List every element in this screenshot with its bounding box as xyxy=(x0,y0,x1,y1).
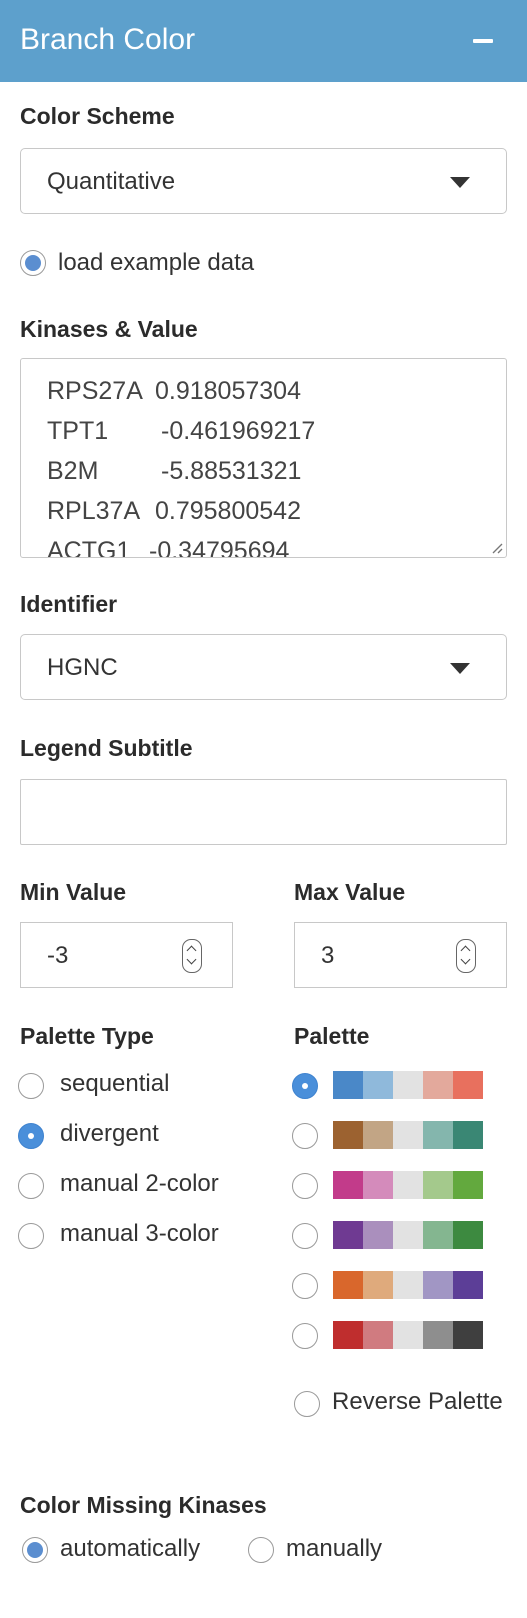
palette-type-radio-manual-3-color[interactable] xyxy=(18,1223,44,1249)
min-value-text: -3 xyxy=(47,942,69,969)
palette-color-chip xyxy=(333,1221,363,1249)
palette-color-chip xyxy=(333,1171,363,1199)
max-value-label: Max Value xyxy=(294,879,406,905)
identifier-label: Identifier xyxy=(20,591,118,617)
palette-swatch[interactable] xyxy=(333,1221,483,1249)
panel-header: Branch Color xyxy=(0,0,527,82)
palette-color-chip xyxy=(393,1221,423,1249)
palette-color-chip xyxy=(453,1271,483,1299)
kinase-row: TPT1 -0.461969217 xyxy=(47,417,316,445)
palette-type-option-label: manual 2-color xyxy=(60,1170,219,1197)
reverse-palette-checkbox[interactable] xyxy=(294,1391,320,1417)
palette-color-chip xyxy=(393,1071,423,1099)
missing-option-label: manually xyxy=(286,1535,383,1562)
palette-color-chip xyxy=(393,1121,423,1149)
kinase-row: RPL37A 0.795800542 xyxy=(47,497,301,525)
palette-color-chip xyxy=(363,1221,393,1249)
palette-color-chip xyxy=(333,1271,363,1299)
kinase-row: RPS27A 0.918057304 xyxy=(47,377,301,405)
palette-type-option-label: sequential xyxy=(60,1070,170,1097)
color-scheme-label: Color Scheme xyxy=(20,103,175,129)
palette-type-radio-sequential[interactable] xyxy=(18,1073,44,1099)
palette-type-option-label: divergent xyxy=(60,1120,159,1147)
missing-radio-manually[interactable] xyxy=(248,1537,274,1563)
color-missing-label: Color Missing Kinases xyxy=(20,1492,267,1518)
palette-color-chip xyxy=(423,1221,453,1249)
palette-radio[interactable] xyxy=(292,1123,318,1149)
palette-color-chip xyxy=(423,1121,453,1149)
palette-color-chip xyxy=(363,1271,393,1299)
caret-down-icon xyxy=(450,663,470,674)
missing-radio-automatically[interactable] xyxy=(22,1537,48,1563)
palette-radio[interactable] xyxy=(292,1273,318,1299)
identifier-select[interactable]: HGNC xyxy=(20,634,507,700)
palette-color-chip xyxy=(453,1221,483,1249)
palette-swatch[interactable] xyxy=(333,1171,483,1199)
palette-type-radio-manual-2-color[interactable] xyxy=(18,1173,44,1199)
palette-color-chip xyxy=(333,1321,363,1349)
palette-color-chip xyxy=(423,1271,453,1299)
palette-swatch[interactable] xyxy=(333,1271,483,1299)
palette-color-chip xyxy=(393,1271,423,1299)
palette-color-chip xyxy=(333,1071,363,1099)
palette-color-chip xyxy=(453,1321,483,1349)
reverse-palette-label: Reverse Palette xyxy=(332,1388,503,1415)
max-value-input[interactable]: 3 xyxy=(294,922,507,988)
min-value-input[interactable]: -3 xyxy=(20,922,233,988)
palette-radio[interactable] xyxy=(292,1323,318,1349)
min-value-label: Min Value xyxy=(20,879,127,905)
palette-type-radio-divergent[interactable] xyxy=(18,1123,44,1149)
color-scheme-value: Quantitative xyxy=(47,168,176,195)
kinase-row: ACTG1 -0.34795694 xyxy=(47,537,290,558)
caret-down-icon xyxy=(450,177,470,188)
palette-color-chip xyxy=(363,1171,393,1199)
kinases-value-textarea[interactable]: RPS27A 0.918057304 TPT1 -0.461969217 B2M -5… xyxy=(20,358,507,558)
load-example-radio[interactable] xyxy=(20,250,46,276)
legend-subtitle-label: Legend Subtitle xyxy=(20,735,193,761)
palette-radio[interactable] xyxy=(292,1073,318,1099)
palette-color-chip xyxy=(363,1321,393,1349)
stepper-icon[interactable] xyxy=(182,939,202,973)
identifier-value: HGNC xyxy=(47,654,118,681)
minus-icon[interactable] xyxy=(473,39,493,43)
palette-color-chip xyxy=(333,1121,363,1149)
kinases-value-label: Kinases & Value xyxy=(20,316,198,342)
missing-option-label: automatically xyxy=(60,1535,201,1562)
palette-type-label: Palette Type xyxy=(20,1023,154,1049)
resize-grip-icon[interactable] xyxy=(491,542,503,554)
load-example-label: load example data xyxy=(58,249,255,276)
legend-subtitle-input[interactable] xyxy=(20,779,507,845)
max-value-text: 3 xyxy=(321,942,335,969)
palette-radio[interactable] xyxy=(292,1223,318,1249)
panel-title: Branch Color xyxy=(20,23,196,56)
kinase-row: B2M -5.88531321 xyxy=(47,457,302,485)
palette-color-chip xyxy=(453,1171,483,1199)
palette-color-chip xyxy=(363,1121,393,1149)
palette-color-chip xyxy=(423,1321,453,1349)
palette-type-option-label: manual 3-color xyxy=(60,1220,219,1247)
palette-color-chip xyxy=(363,1071,393,1099)
palette-color-chip xyxy=(423,1071,453,1099)
palette-radio[interactable] xyxy=(292,1173,318,1199)
palette-color-chip xyxy=(423,1171,453,1199)
palette-label: Palette xyxy=(294,1023,370,1049)
palette-swatch[interactable] xyxy=(333,1121,483,1149)
palette-swatch[interactable] xyxy=(333,1071,483,1099)
stepper-icon[interactable] xyxy=(456,939,476,973)
palette-color-chip xyxy=(453,1071,483,1099)
palette-swatch[interactable] xyxy=(333,1321,483,1349)
palette-color-chip xyxy=(453,1121,483,1149)
palette-color-chip xyxy=(393,1321,423,1349)
color-scheme-select[interactable]: Quantitative xyxy=(20,148,507,214)
palette-color-chip xyxy=(393,1171,423,1199)
